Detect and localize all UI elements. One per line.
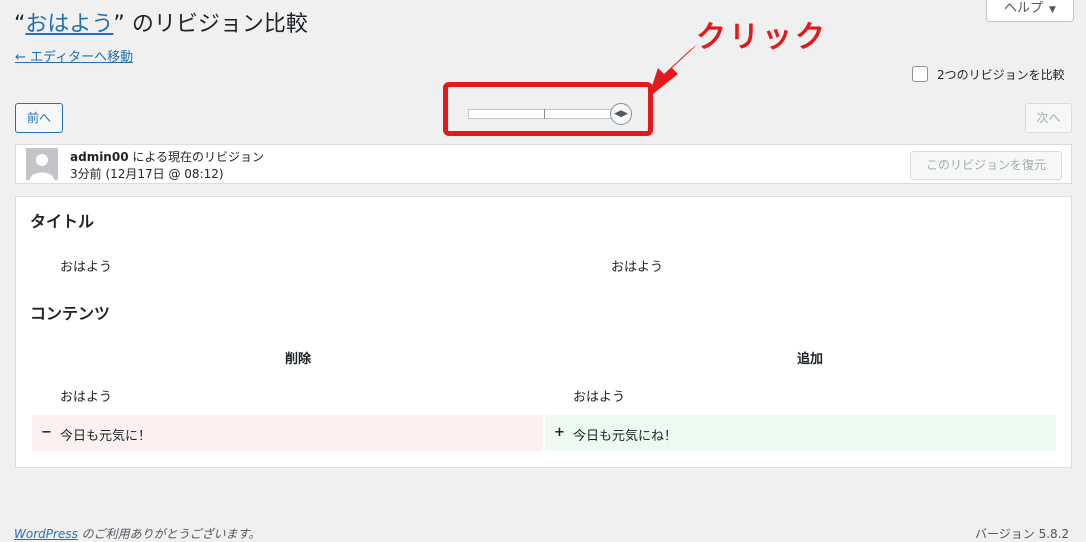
help-label: ヘルプ — [1004, 1, 1044, 16]
deleted-column-header: 削除 — [285, 352, 312, 367]
title-new-value: おはよう — [611, 260, 664, 275]
content-section-heading: コンテンツ — [30, 304, 111, 323]
title-old-value: おはよう — [60, 260, 113, 275]
post-title-link[interactable]: おはよう — [25, 12, 113, 37]
next-button[interactable]: 次へ — [1025, 103, 1072, 133]
author-name: admin00 — [70, 150, 129, 164]
compare-two-label: 2つのリビジョンを比較 — [937, 67, 1065, 82]
footer-version: バージョン 5.8.2 — [975, 527, 1070, 541]
footer-thanks-text: のご利用ありがとうございます。 — [77, 527, 261, 541]
restore-revision-button[interactable]: このリビジョンを復元 — [910, 151, 1062, 180]
compare-two-checkbox[interactable]: 2つのリビジョンを比較 — [912, 65, 1065, 83]
checkbox-box[interactable] — [912, 66, 928, 82]
help-tab-button[interactable]: ヘルプ ▼ — [986, 0, 1074, 22]
author-suffix: による現在のリビジョン — [128, 150, 265, 164]
annotation-arrow-icon — [648, 44, 698, 98]
context-line-new: おはよう — [573, 390, 626, 405]
added-line-text: 今日も元気にね！ — [573, 429, 678, 444]
title-section-heading: タイトル — [30, 212, 95, 231]
revision-author: admin00 による現在のリビジョン — [70, 148, 264, 165]
plus-icon: + — [554, 425, 565, 440]
title-rest: ” のリビジョン比較 — [113, 12, 308, 37]
deleted-line-text: 今日も元気に！ — [60, 429, 152, 444]
caret-down-icon: ▼ — [1049, 5, 1056, 15]
added-column-header: 追加 — [797, 352, 824, 367]
previous-button[interactable]: 前へ — [15, 103, 63, 133]
wordpress-link[interactable]: WordPress — [14, 527, 78, 541]
author-avatar — [26, 148, 58, 180]
title-open-quote: “ — [14, 12, 26, 37]
minus-icon: − — [41, 425, 52, 440]
user-silhouette-icon — [30, 154, 54, 180]
annotation-label: クリック — [696, 20, 828, 55]
context-line-old: おはよう — [60, 390, 113, 405]
annotation-highlight-box — [443, 82, 653, 136]
back-to-editor-link[interactable]: ← エディターへ移動 — [15, 46, 133, 65]
footer-thanks: WordPress のご利用ありがとうございます。 — [14, 525, 260, 542]
page-title: “おはよう” のリビジョン比較 — [14, 10, 308, 40]
revision-date: 3分前 (12月17日 @ 08:12) — [70, 167, 224, 181]
